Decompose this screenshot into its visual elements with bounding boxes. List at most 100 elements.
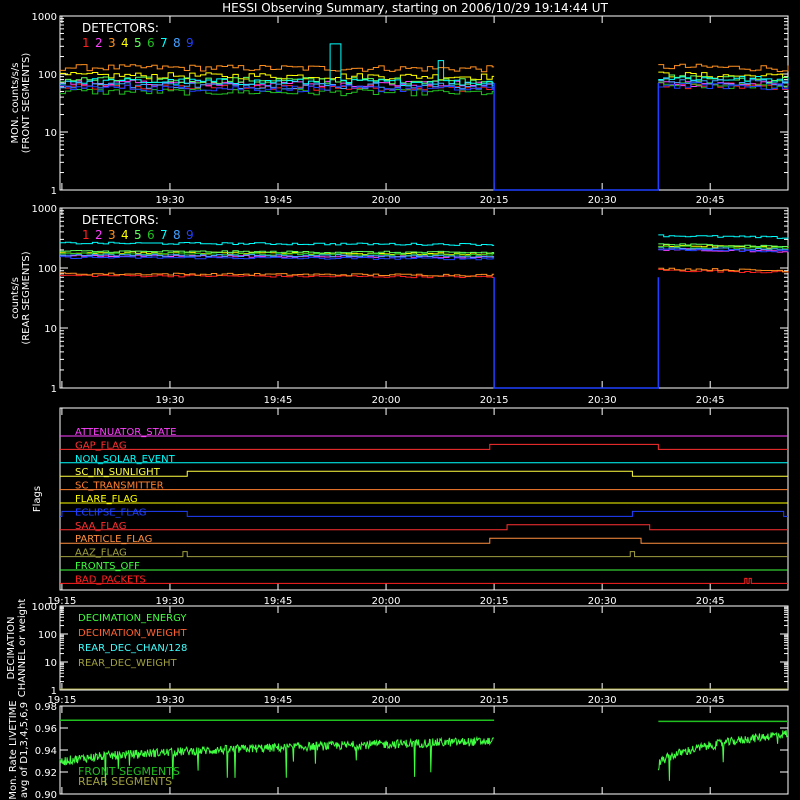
decim-legend-2: REAR_DEC_CHAN/128 (78, 643, 187, 654)
rear-xlabel-6: 20:45 (696, 395, 725, 406)
front-ylabel-tick-3: 1000 (32, 12, 57, 23)
live-legend-1: REAR SEGMENTS (78, 775, 172, 788)
rear-xlabel-1: 19:30 (156, 395, 185, 406)
flag-line-saa (60, 524, 788, 531)
flags-ylabel: Flags (32, 486, 43, 512)
flag-line-gap (60, 443, 788, 450)
flag-label-bad: BAD_PACKETS (75, 574, 146, 585)
figure-title: HESSI Observing Summary, starting on 200… (222, 1, 608, 15)
decim-legend-1: DECIMATION_WEIGHT (78, 628, 187, 639)
live-ylabel-tick-1: 0.92 (35, 768, 57, 779)
front-xlabel-5: 20:30 (588, 195, 617, 206)
flag-label-fronts: FRONTS_OFF (75, 561, 140, 572)
flag-label-aaz: AAZ_FLAG (75, 548, 127, 559)
live-series-rear (60, 719, 788, 723)
front-xlabel-1: 19:30 (156, 195, 185, 206)
live-ylabel-tick-0: 0.90 (35, 790, 57, 800)
decim-xlabel-2: 19:45 (264, 695, 293, 706)
decim-ylabel: DECIMATIONCHANNEL or weight (6, 599, 28, 698)
rear-legend-1: 1 (82, 228, 90, 242)
flag-line-sunlight (60, 470, 788, 477)
decim-ylabel-tick-2: 100 (38, 630, 57, 641)
live-ylabel: Mon. Rate LIVETIMEavg of D1,3,4,5,6,9 (8, 700, 30, 799)
flag-line-bad (60, 577, 788, 584)
decim-xlabel-4: 20:15 (480, 695, 509, 706)
flag-label-nonsolar: NON_SOLAR_EVENT (75, 454, 176, 465)
livetime-panel: 0.900.920.940.960.98FRONT SEGMENTSREAR S… (8, 700, 789, 800)
front-series-7 (60, 43, 789, 87)
decim-xlabel-6: 20:45 (696, 695, 725, 706)
live-ylabel-tick-4: 0.98 (35, 702, 57, 713)
front-legend-9: 9 (186, 36, 194, 50)
front-xlabel-2: 19:45 (264, 195, 293, 206)
flag-label-sunlight: SC_IN_SUNLIGHT (75, 467, 161, 478)
front-legend-4: 4 (121, 36, 129, 50)
rear-xlabel-4: 20:15 (480, 395, 509, 406)
flag-line-particle (60, 537, 788, 544)
front-legend-7: 7 (160, 36, 168, 50)
rear-ylabel-tick-2: 100 (38, 264, 57, 275)
flags-xlabel-2: 19:45 (264, 596, 293, 607)
rear-ylabel-tick-1: 10 (44, 324, 57, 335)
rear-frame (59, 207, 789, 389)
rear-legend-title: DETECTORS: (82, 213, 159, 227)
rear-legend-7: 7 (160, 228, 168, 242)
front-legend-8: 8 (173, 36, 181, 50)
front-legend-title: DETECTORS: (82, 21, 159, 35)
front-rates-panel: 1101001000DETECTORS:1 2 3 4 5 6 7 8 9MON. counts… (10, 12, 789, 206)
flag-line-aaz (60, 551, 788, 558)
rear-ylabel: counts/s(REAR SEGMENTS) (10, 251, 32, 344)
rear-series-3 (60, 267, 789, 277)
rear-xlabel-3: 20:00 (372, 395, 401, 406)
front-xlabel-6: 20:45 (696, 195, 725, 206)
front-frame (59, 15, 789, 191)
front-legend-6: 6 (147, 36, 155, 50)
rear-xlabel-5: 20:30 (588, 395, 617, 406)
flag-label-flare: FLARE_FLAG (75, 494, 138, 505)
flags-panel: Flags ATTENUATOR_STATE GAP_FLAG NON_SOLAR_E… (32, 407, 789, 607)
front-gap-line (493, 82, 660, 191)
decim-xlabel-5: 20:30 (588, 695, 617, 706)
front-xlabel-3: 20:00 (372, 195, 401, 206)
front-ylabel-tick-0: 1 (51, 186, 57, 197)
live-ylabel-tick-3: 0.96 (35, 724, 57, 735)
hessi-summary-figure: HESSI Observing Summary, starting on 200… (6, 1, 789, 800)
rear-rates-panel: 1101001000DETECTORS:1 2 3 4 5 6 7 8 9counts/s(RE… (10, 204, 789, 406)
flags-xlabel-6: 20:45 (696, 596, 725, 607)
front-xlabel-4: 20:15 (480, 195, 509, 206)
flag-label-transmitter: SC_TRANSMITTER (75, 481, 164, 492)
live-ylabel-tick-2: 0.94 (35, 746, 57, 757)
rear-legend-8: 8 (173, 228, 181, 242)
rear-legend-5: 5 (134, 228, 142, 242)
rear-series-7 (60, 234, 789, 246)
rear-ylabel-tick-3: 1000 (32, 204, 57, 215)
decim-ylabel-tick-1: 10 (44, 658, 57, 669)
decimation-panel: 1101001000DECIMATION_ENERGYDECIMATION_WE… (6, 599, 789, 706)
rear-series-1 (60, 269, 789, 279)
rear-legend-6: 6 (147, 228, 155, 242)
rear-xlabel-2: 19:45 (264, 395, 293, 406)
flag-label-particle: PARTICLE_FLAG (75, 534, 152, 545)
rear-legend-3: 3 (108, 228, 116, 242)
rear-legend-4: 4 (121, 228, 129, 242)
flag-line-eclipse (60, 510, 788, 517)
front-series-4 (60, 71, 789, 81)
front-legend-5: 5 (134, 36, 142, 50)
front-legend-1: 1 (82, 36, 90, 50)
flag-label-eclipse: ECLIPSE_FLAG (75, 507, 146, 518)
decim-legend-3: REAR_DEC_WEIGHT (78, 658, 177, 669)
flag-label-saa: SAA_FLAG (75, 521, 126, 532)
decim-ylabel-tick-3: 1000 (32, 602, 57, 613)
flags-xlabel-3: 20:00 (372, 596, 401, 607)
rear-legend-9: 9 (186, 228, 194, 242)
flag-label-gap: GAP_FLAG (75, 440, 127, 451)
front-series-3 (60, 63, 789, 73)
flags-xlabel-4: 20:15 (480, 596, 509, 607)
front-legend-3: 3 (108, 36, 116, 50)
front-ylabel: MON. counts/s/s(FRONT SEGMENTS) (10, 53, 32, 154)
front-legend-2: 2 (95, 36, 103, 50)
flags-xlabel-5: 20:30 (588, 596, 617, 607)
flag-label-attenuator: ATTENUATOR_STATE (75, 427, 176, 438)
front-ylabel-tick-2: 100 (38, 70, 57, 81)
decim-xlabel-1: 19:30 (156, 695, 185, 706)
